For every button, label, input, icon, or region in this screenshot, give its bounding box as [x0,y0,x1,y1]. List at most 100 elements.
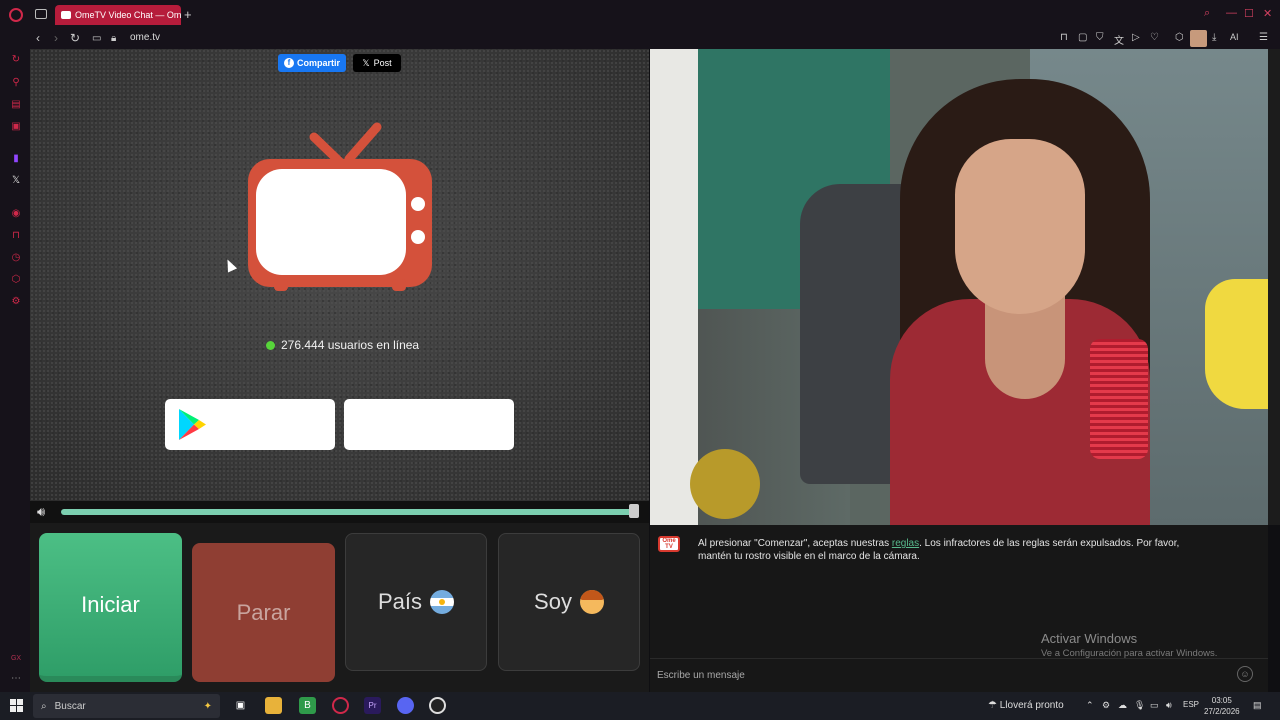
media-icon[interactable]: ▣ [10,121,22,133]
volume-slider-track[interactable] [61,509,635,515]
messenger-icon[interactable]: ▤ [10,99,22,111]
tray-language[interactable]: ESP [1183,700,1199,709]
facebook-share-label: Compartir [296,58,340,68]
profile-avatar[interactable] [1190,30,1207,47]
male-avatar-icon [579,590,604,614]
bookmark-icon[interactable]: ⊓ [1060,32,1068,43]
tray-cloud-icon[interactable]: ☁ [1118,700,1127,711]
url-text[interactable]: ome.tv [130,32,160,43]
speaker-icon[interactable]: 🔊︎ [37,504,45,520]
download-icon[interactable]: ⤓ [1212,32,1216,43]
tab-switcher-icon[interactable] [35,9,47,19]
history-icon[interactable]: ◷ [10,252,22,264]
stop-button-label: Parar [236,599,291,625]
ometv-favicon-icon [61,11,71,19]
partner-video-feed [650,49,1268,525]
gx-control-icon[interactable]: ⚲ [10,77,22,89]
tray-mic-icon[interactable]: 🎙︎ [1134,700,1145,711]
extensions-icon[interactable]: ⬡ [1175,32,1184,43]
online-status-dot [266,340,275,350]
back-icon[interactable]: ‹ [36,31,40,45]
taskbar-clock[interactable]: 03:05 27/2/2026 [1204,695,1240,717]
sparkle-icon: ✦ [203,700,212,712]
volume-slider-thumb[interactable] [629,504,639,518]
video-microphone [1090,339,1148,459]
snapshot-icon[interactable]: ▢ [1078,32,1087,43]
emoji-icon[interactable]: ☺ [1237,666,1253,682]
tab-ometv[interactable]: OmeTV Video Chat — Ome [55,5,181,25]
facebook-icon: f [283,58,294,68]
gender-label: Soy [534,589,572,614]
taskbar-search[interactable]: ⌕ Buscar ✦ [33,694,220,718]
task-view-icon[interactable]: ▣ [232,697,249,714]
country-label: País [377,589,423,614]
more-options-icon[interactable]: ⋯ [10,673,22,685]
start-button[interactable]: Iniciar [39,533,182,682]
speed-dial-icon[interactable]: ↻ [10,54,22,66]
app-b-icon[interactable]: B [299,697,316,714]
maximize-button[interactable]: ☐ [1244,7,1254,20]
chat-controls: Iniciar Parar País Soy [30,523,649,692]
online-users-text: 276.444 usuarios en línea [281,338,420,352]
google-play-button[interactable] [165,399,335,450]
discord-icon[interactable] [397,697,414,714]
obs-icon[interactable] [429,697,446,714]
x-icon: 𝕏 [362,57,370,68]
app-store-button[interactable] [344,399,514,450]
minimize-button[interactable]: — [1226,7,1237,19]
menu-icon[interactable]: ☰ [1259,32,1268,43]
translate-icon[interactable]: 文 [1114,32,1124,47]
online-users-counter: 276.444 usuarios en línea [266,338,419,352]
stop-button[interactable]: Parar [192,543,335,682]
twitch-icon[interactable]: ▮ [10,153,22,165]
message-input[interactable] [657,665,1217,685]
player-icon[interactable]: ▷ [1132,32,1140,43]
search-tabs-icon[interactable]: ⌕ [1204,7,1210,20]
country-selector-button[interactable]: País [345,533,487,671]
tray-settings-icon[interactable]: ⚙ [1102,700,1110,711]
rules-link[interactable]: reglas [892,538,919,549]
x-twitter-icon[interactable]: 𝕏 [10,175,22,187]
bookmarks-sidebar-icon[interactable]: ⊓ [10,230,22,242]
weather-widget[interactable]: ☂ Lloverá pronto [988,700,1064,711]
player-sidebar-icon[interactable]: ◉ [10,208,22,220]
system-message: Al presionar "Comenzar", aceptas nuestra… [698,537,1198,563]
address-bar: ‹ › ↻ ▭ 🔒︎ ome.tv ⊓ ▢ ⛉ 文 ▷ ♡ ⬡ ⤓ AI ☰ [0,29,1280,49]
camera-icon[interactable]: ▭ [92,33,101,44]
tray-expand-icon[interactable]: ⌃ [1086,700,1094,711]
volume-control: 🔊︎ [30,501,649,523]
page-scrollbar[interactable] [1268,49,1280,525]
x-post-label: Post [373,58,392,68]
taskbar-search-label: Buscar [54,700,86,712]
extensions-sidebar-icon[interactable]: ⬡ [10,274,22,286]
premiere-icon[interactable]: Pr [364,697,381,714]
file-explorer-icon[interactable] [265,697,282,714]
lock-icon[interactable]: 🔒︎ [111,33,116,44]
video-psyduck-plush [1205,279,1268,409]
forward-icon[interactable]: › [54,31,58,45]
clock-date: 27/2/2026 [1204,707,1240,716]
heart-icon[interactable]: ♡ [1150,32,1159,43]
x-post-button[interactable]: 𝕏 Post [353,54,401,72]
adblock-icon[interactable]: ⛉ [1096,32,1104,43]
google-play-icon [179,409,206,440]
gender-selector-button[interactable]: Soy [498,533,640,671]
notifications-icon[interactable]: ▤ [1253,700,1262,711]
video-shelf [650,49,698,525]
tray-network-icon[interactable]: ▭ [1150,700,1159,711]
tray-volume-icon[interactable]: 🔊︎ [1166,700,1172,711]
close-window-button[interactable]: ✕ [1263,7,1272,20]
weather-text: Lloverá pronto [999,700,1064,711]
new-tab-button[interactable]: + [184,7,192,22]
reload-icon[interactable]: ↻ [70,31,80,45]
settings-icon[interactable]: ⚙ [10,296,22,308]
search-icon: ⌕ [41,700,47,712]
message-input-bar: ☺ [650,658,1268,692]
own-video-panel: f Compartir 𝕏 Post 276.444 usuarios en l… [30,49,649,501]
opera-logo-icon[interactable] [9,8,23,22]
opera-gx-taskbar-icon[interactable] [332,697,349,714]
video-plush-toy [690,449,760,519]
ai-button[interactable]: AI [1230,32,1239,42]
facebook-share-button[interactable]: f Compartir [278,54,346,72]
windows-start-icon[interactable] [10,699,23,712]
